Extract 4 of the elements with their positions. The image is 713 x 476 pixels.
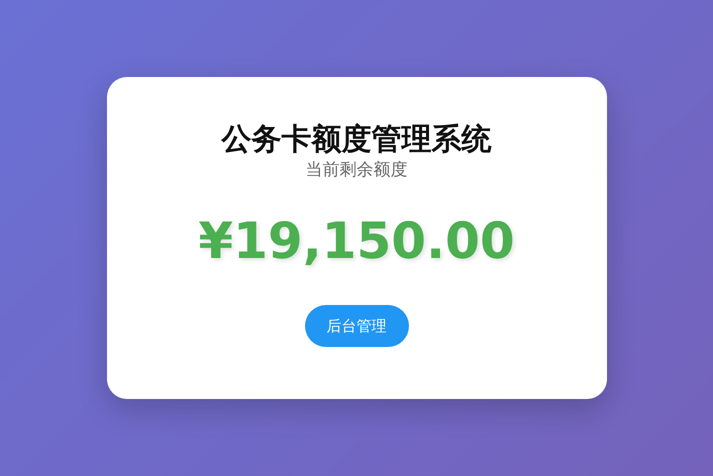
page-title: 公务卡额度管理系统 <box>222 121 492 159</box>
admin-button[interactable]: 后台管理 <box>304 305 408 347</box>
balance-label: 当前剩余额度 <box>306 159 408 181</box>
balance-amount: ¥19,150.00 <box>198 211 515 271</box>
